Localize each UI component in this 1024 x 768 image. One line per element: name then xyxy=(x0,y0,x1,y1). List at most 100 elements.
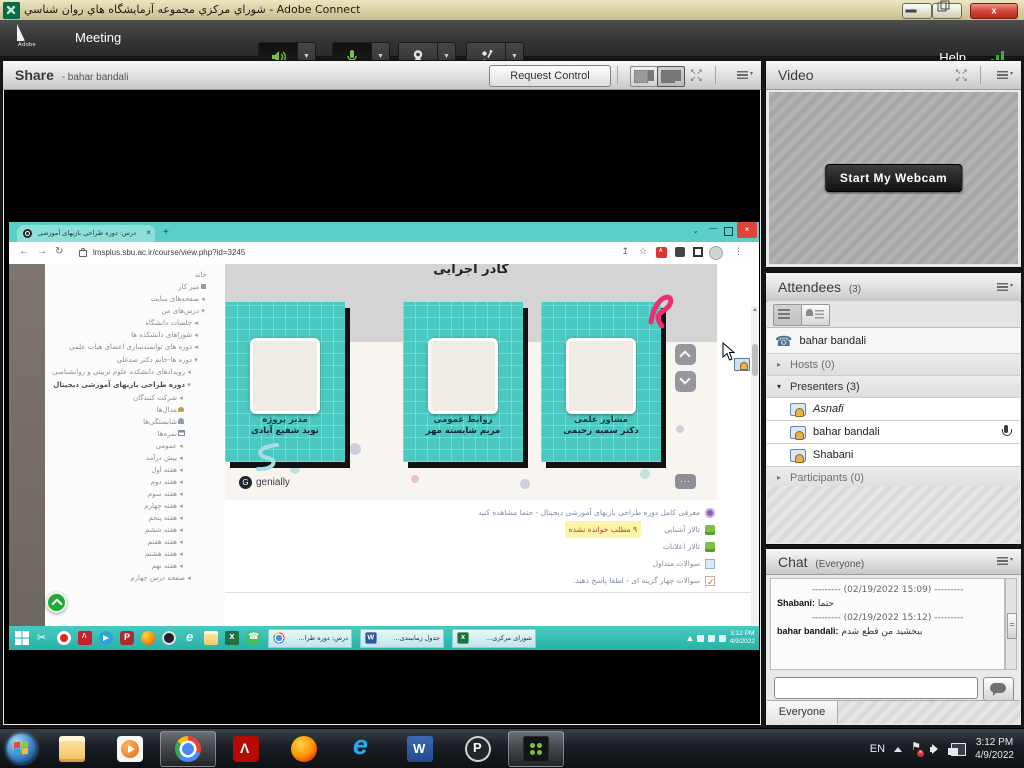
start-orb[interactable] xyxy=(6,733,37,764)
sidebar-item[interactable]: مدال‌ها xyxy=(49,404,215,416)
group-toggle-icon[interactable] xyxy=(775,473,783,482)
tab-close-icon[interactable]: × xyxy=(146,228,151,237)
share-pod-menu-icon[interactable] xyxy=(737,70,751,80)
attendee-row[interactable]: Asnafi xyxy=(767,398,1020,421)
shared-taskbar-app-icon[interactable] xyxy=(78,631,92,645)
sidebar-item[interactable]: عمومی xyxy=(49,440,215,452)
shared-taskbar-app-icon[interactable] xyxy=(99,631,113,645)
browser-restore-icon[interactable] xyxy=(724,227,733,236)
video-fullscreen-icon[interactable]: ↖↗↙↘ xyxy=(955,68,969,82)
tab-everyone[interactable]: Everyone xyxy=(767,701,838,723)
shared-window-button[interactable]: درس: دوره طرا... xyxy=(268,629,352,648)
sidebar-item[interactable]: دوره های توانمندسازی اعضای هیات علمی xyxy=(49,341,215,354)
back-icon[interactable]: ← xyxy=(19,246,29,257)
browser-tab[interactable]: درس: دوره طراحی بازیهای آموزشی × xyxy=(17,225,155,242)
attendees-pod-menu-icon[interactable] xyxy=(997,282,1011,292)
sidebar-item[interactable]: هفته هشتم xyxy=(49,548,215,560)
host-clock[interactable]: 3:12 PM 4/9/2022 xyxy=(975,736,1014,762)
sidebar-item[interactable]: هفته ششم xyxy=(49,524,215,536)
host-taskbar-app-button[interactable] xyxy=(44,731,100,767)
new-tab-button[interactable]: + xyxy=(163,227,169,238)
sidebar-item[interactable]: هفته پنجم xyxy=(49,512,215,524)
course-activity-item[interactable]: سوالات چهار گزینه ای - لطفا پاسخ دهید. xyxy=(225,572,715,589)
chat-input[interactable] xyxy=(774,677,978,699)
group-toggle-icon[interactable] xyxy=(775,360,783,369)
tray-expand-icon[interactable] xyxy=(894,747,902,752)
group-toggle-icon[interactable] xyxy=(775,382,783,391)
host-taskbar-app-button[interactable] xyxy=(334,731,390,767)
sidebar-item[interactable]: نمره‌ها xyxy=(49,428,215,440)
adblock-extension-icon[interactable] xyxy=(656,247,667,258)
host-taskbar-app-button[interactable] xyxy=(508,731,564,767)
genially-logo[interactable]: G genially xyxy=(239,476,290,489)
forward-icon[interactable]: → xyxy=(37,246,47,257)
scroll-up-arrow-icon[interactable]: ▲ xyxy=(752,307,758,313)
host-taskbar-app-button[interactable] xyxy=(276,731,332,767)
chat-scrollbar[interactable] xyxy=(1005,578,1017,670)
language-indicator[interactable]: EN xyxy=(870,743,885,755)
shared-taskbar-app-icon[interactable] xyxy=(225,631,239,645)
shared-taskbar-app-icon[interactable] xyxy=(57,631,71,645)
shared-taskbar-app-icon[interactable] xyxy=(246,631,260,645)
dialin-attendee-row[interactable]: ☎ bahar bandali xyxy=(767,328,1020,354)
list-view-toggle[interactable] xyxy=(773,304,802,326)
sidebar-item[interactable]: هفته دوم xyxy=(49,476,215,488)
sidebar-item[interactable]: هفته سوم xyxy=(49,488,215,500)
action-center-flag-icon[interactable] xyxy=(911,743,921,755)
course-activity-item[interactable]: سوالات متداول xyxy=(225,555,715,572)
sidebar-item[interactable]: هفته نهم xyxy=(49,560,215,572)
reload-icon[interactable]: ↻ xyxy=(55,246,63,257)
profile-avatar[interactable] xyxy=(709,246,723,260)
browser-minimize-icon[interactable]: — xyxy=(709,224,717,233)
sidebar-item[interactable]: دوره طراحی بازیهای آموزشی دیجیتال xyxy=(49,379,215,392)
shared-taskbar-app-icon[interactable] xyxy=(141,631,155,645)
start-webcam-button[interactable]: Start My Webcam xyxy=(825,164,962,192)
tray-icon[interactable] xyxy=(697,635,704,642)
course-activity-item[interactable]: معرفی کامل دوره طراحی بازیهای آموزشی دیج… xyxy=(225,504,715,521)
close-button[interactable]: x xyxy=(970,3,1018,19)
address-bar-url[interactable]: lmsplus.sbu.ac.ir/course/view.php?id=324… xyxy=(93,248,245,257)
sidebar-item[interactable]: درس‌های من xyxy=(49,305,215,317)
sidebar-item[interactable]: دوره ها-خانم دکتر صدغلی xyxy=(49,354,215,366)
sidebar-item[interactable]: رویدادهای دانشکده علوم تربیتی و روانشناس… xyxy=(49,366,215,379)
share-page-icon[interactable]: ↥ xyxy=(621,246,629,257)
browser-scrollbar[interactable]: ▲ xyxy=(751,306,759,626)
volume-icon[interactable] xyxy=(930,743,942,755)
layout-toggle-1[interactable] xyxy=(630,66,658,87)
tray-icon[interactable] xyxy=(719,635,726,642)
scrollbar-thumb[interactable] xyxy=(752,344,758,376)
sidebar-item[interactable]: هفته اول xyxy=(49,464,215,476)
sidebar-item[interactable]: شرکت کنندگان xyxy=(49,392,215,404)
sidebar-item[interactable]: جلسات دانشگاه xyxy=(49,317,215,329)
fullscreen-icon[interactable]: ↖↗↙↘ xyxy=(690,68,704,82)
browser-close-icon[interactable]: × xyxy=(737,222,757,238)
network-icon[interactable] xyxy=(951,743,966,756)
attendee-row[interactable]: bahar bandali xyxy=(767,421,1020,444)
host-taskbar-app-button[interactable] xyxy=(218,731,274,767)
chat-send-button[interactable] xyxy=(983,677,1014,701)
shared-taskbar-app-icon[interactable] xyxy=(36,631,50,645)
tray-expand-icon[interactable] xyxy=(687,636,693,641)
sidebar-item[interactable]: میز کار xyxy=(49,281,215,293)
course-activity-item[interactable]: تالار آشنایی ۹ مطلب خوانده نشده xyxy=(225,521,715,538)
sidebar-item[interactable]: خانه xyxy=(49,269,215,281)
slide-options-button[interactable]: ... xyxy=(675,474,696,489)
request-control-button[interactable]: Request Control xyxy=(489,65,611,87)
bookmark-star-icon[interactable]: ☆ xyxy=(639,246,647,257)
shared-taskbar-app-icon[interactable] xyxy=(183,631,197,645)
staff-card[interactable]: مشاور علمی دکتر سمیه رحیمی xyxy=(541,302,661,462)
extensions-puzzle-icon[interactable] xyxy=(675,247,685,257)
sidebar-item[interactable]: صفحه درس چهارم xyxy=(49,572,215,584)
host-taskbar-app-button[interactable] xyxy=(102,731,158,767)
tab-search-chevron-icon[interactable]: ⌄ xyxy=(692,226,699,235)
browser-menu-dots-icon[interactable]: ⋮ xyxy=(734,246,743,257)
restore-button[interactable] xyxy=(932,3,962,19)
host-taskbar-app-button[interactable] xyxy=(450,731,506,767)
staff-card[interactable]: مدیر پروژه نوید شفیع آبادی xyxy=(225,302,345,462)
chat-pod-menu-icon[interactable] xyxy=(997,556,1011,566)
minimize-button[interactable] xyxy=(902,3,932,19)
host-taskbar-app-button[interactable] xyxy=(392,731,448,767)
layout-toggle-2[interactable] xyxy=(657,66,685,87)
site-lock-icon[interactable] xyxy=(79,250,87,257)
meeting-menu[interactable]: Meeting xyxy=(75,30,121,45)
